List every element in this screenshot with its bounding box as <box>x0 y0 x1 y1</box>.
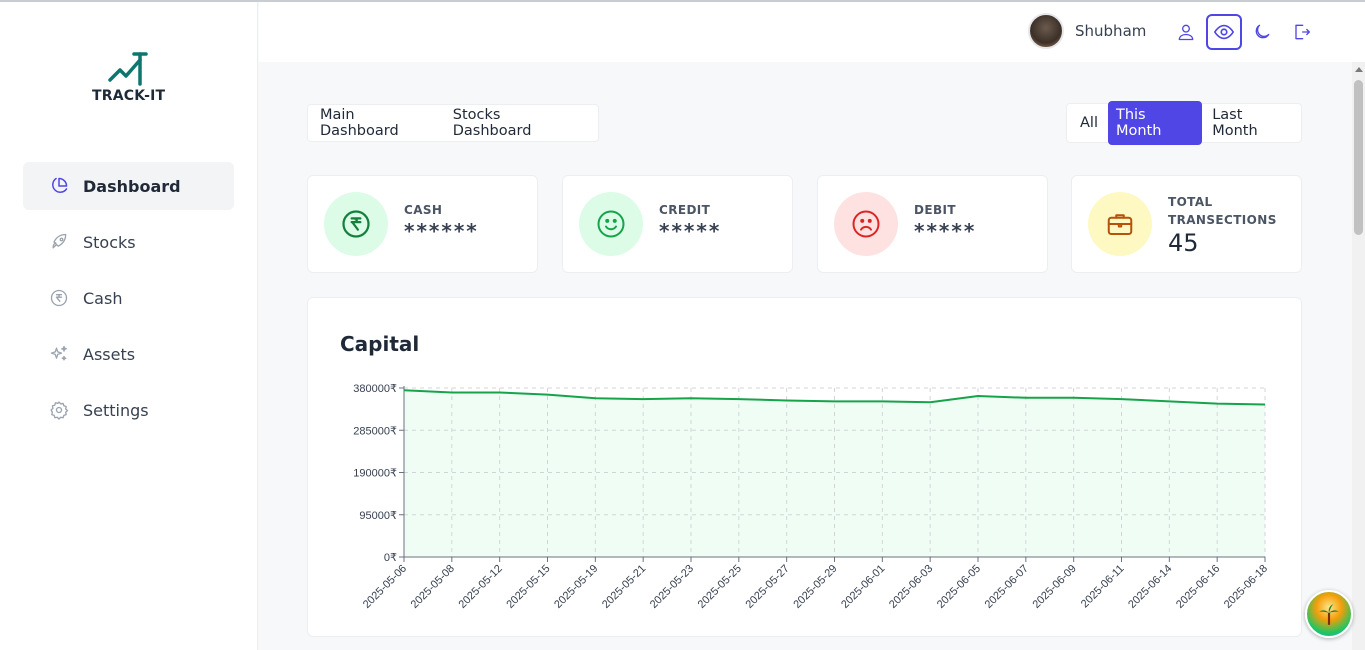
sidebar-item-cash[interactable]: Cash <box>23 274 234 322</box>
sidebar-item-label: Settings <box>83 400 149 420</box>
sidebar-item-label: Assets <box>83 344 136 364</box>
credit-card: CREDIT ***** <box>562 175 793 273</box>
sidebar-item-assets[interactable]: Assets <box>23 330 234 378</box>
total-transactions-card: TOTAL TRANSECTIONS 45 <box>1071 175 1302 273</box>
filter-this-month[interactable]: This Month <box>1107 101 1203 145</box>
app-logo[interactable]: TRACK-IT <box>92 50 168 104</box>
palm-tree-icon <box>1319 604 1339 625</box>
x-tick-label: 2025-06-11 <box>1079 563 1127 611</box>
rocket-icon <box>48 231 70 253</box>
x-tick-label: 2025-05-27 <box>744 563 792 611</box>
floating-assistant-button[interactable] <box>1305 590 1353 638</box>
x-tick-label: 2025-06-01 <box>839 563 887 611</box>
sidebar-nav: Dashboard Stocks Cash Assets Settings <box>23 162 234 442</box>
x-tick-label: 2025-05-19 <box>552 563 600 611</box>
x-tick-label: 2025-06-09 <box>1031 563 1079 611</box>
stat-title: CASH <box>404 203 443 217</box>
filter-all[interactable]: All <box>1072 109 1106 137</box>
sidebar-item-label: Dashboard <box>83 176 181 196</box>
capital-chart-card: Capital 0₹ 95000₹ 190000₹ 285000₹ 380000₹ 202… <box>307 297 1302 637</box>
frown-icon <box>834 192 898 256</box>
smile-icon <box>579 192 643 256</box>
y-tick-label: 285000₹ <box>353 425 397 437</box>
x-tick-label: 2025-06-16 <box>1174 563 1222 611</box>
rupee-circle-icon <box>48 287 70 309</box>
stat-title: TOTAL TRANSECTIONS <box>1168 195 1277 227</box>
sidebar-item-label: Cash <box>83 288 123 308</box>
x-tick-label: 2025-05-23 <box>648 563 696 611</box>
logo-text: TRACK-IT <box>92 88 166 104</box>
x-tick-label: 2025-06-18 <box>1222 563 1270 611</box>
briefcase-icon <box>1088 192 1152 256</box>
x-tick-label: 2025-05-12 <box>457 563 505 611</box>
user-icon[interactable] <box>1168 14 1204 50</box>
page-scrollbar[interactable] <box>1352 62 1365 650</box>
trend-logo-icon <box>108 52 148 86</box>
stat-value: ***** <box>914 219 977 243</box>
capital-chart: 0₹95000₹190000₹285000₹380000₹2025-05-06 2… <box>353 383 1270 611</box>
stat-value: ****** <box>404 219 479 243</box>
username: Shubham <box>1075 22 1147 40</box>
x-tick-label: 2025-05-15 <box>504 563 552 611</box>
y-tick-label: 380000₹ <box>353 383 397 395</box>
user-profile[interactable]: Shubham <box>1028 13 1146 49</box>
sidebar-item-dashboard[interactable]: Dashboard <box>23 162 234 210</box>
dashboard-tabs: Main Dashboard Stocks Dashboard <box>307 104 599 142</box>
gear-icon <box>48 399 70 421</box>
y-tick-label: 190000₹ <box>353 468 397 480</box>
cash-card: CASH ****** <box>307 175 538 273</box>
eye-icon[interactable] <box>1206 14 1242 50</box>
period-filter: All This Month Last Month <box>1066 101 1302 145</box>
x-tick-label: 2025-06-05 <box>935 563 983 611</box>
x-tick-label: 2025-06-14 <box>1126 563 1174 611</box>
moon-icon[interactable] <box>1244 14 1280 50</box>
x-tick-label: 2025-06-07 <box>983 563 1031 611</box>
x-tick-label: 2025-05-21 <box>600 563 648 611</box>
rupee-icon <box>324 192 388 256</box>
sidebar-item-stocks[interactable]: Stocks <box>23 218 234 266</box>
sidebar-item-label: Stocks <box>83 232 136 252</box>
avatar <box>1028 13 1064 49</box>
scrollbar-thumb[interactable] <box>1354 80 1363 235</box>
stat-value: 45 <box>1168 229 1199 257</box>
pie-chart-icon <box>48 175 70 197</box>
logout-icon[interactable] <box>1283 14 1319 50</box>
tab-main-dashboard[interactable]: Main Dashboard <box>320 107 433 139</box>
filter-last-month[interactable]: Last Month <box>1204 101 1299 145</box>
x-tick-label: 2025-05-29 <box>791 563 839 611</box>
debit-card: DEBIT ***** <box>817 175 1048 273</box>
sparkles-icon <box>48 343 70 365</box>
y-tick-label: 95000₹ <box>359 510 397 522</box>
x-tick-label: 2025-05-25 <box>696 563 744 611</box>
y-tick-label: 0₹ <box>384 552 397 564</box>
sidebar-item-settings[interactable]: Settings <box>23 386 234 434</box>
x-tick-label: 2025-05-08 <box>409 563 457 611</box>
stat-title: CREDIT <box>659 203 711 217</box>
tab-stocks-dashboard[interactable]: Stocks Dashboard <box>453 107 578 139</box>
stat-title: DEBIT <box>914 203 956 217</box>
x-tick-label: 2025-05-06 <box>361 563 409 611</box>
stat-value: ***** <box>659 219 722 243</box>
x-tick-label: 2025-06-03 <box>887 563 935 611</box>
top-header: Shubham <box>259 2 1365 62</box>
sidebar: TRACK-IT Dashboard Stocks Cash Assets Se… <box>0 2 258 650</box>
scroll-up-arrow-icon[interactable] <box>1355 67 1363 72</box>
